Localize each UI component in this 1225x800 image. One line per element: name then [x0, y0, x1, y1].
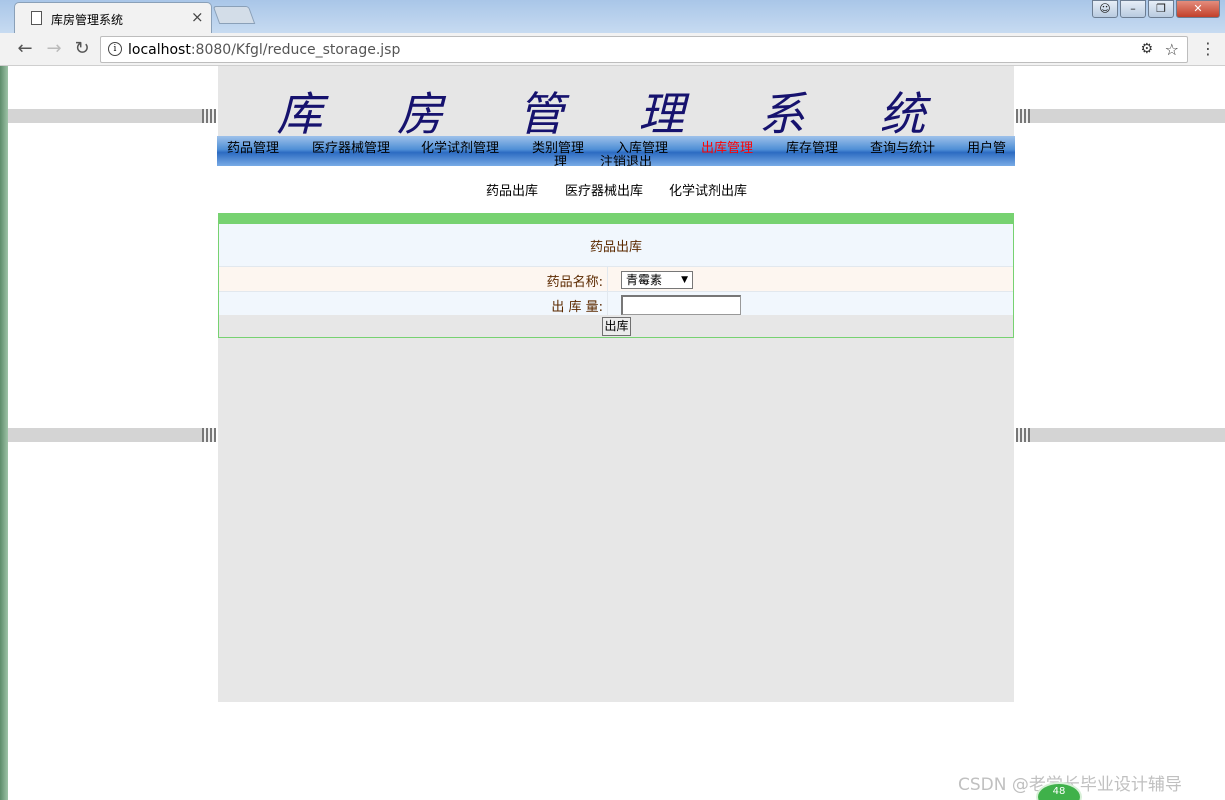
menu-icon[interactable]: ⋮ [1200, 39, 1216, 58]
quantity-label: 出 库 量: [551, 300, 603, 315]
nav-item-query-stats[interactable]: 查询与统计 [870, 137, 935, 156]
right-divider-bottom [1016, 428, 1225, 442]
page-container: 库 房 管 理 系 统 药品管理 医疗器械管理 化学试剂管理 类别管理 入库管理… [217, 66, 1015, 702]
window-controls: ☺ – ❐ ✕ [1092, 0, 1220, 18]
sub-nav: 药品出库 医疗器械出库 化学试剂出库 [218, 166, 1014, 213]
nav-item-devices[interactable]: 医疗器械管理 [312, 137, 390, 156]
nav-item-users[interactable]: 用户管 [967, 137, 1006, 156]
main-nav: 药品管理 医疗器械管理 化学试剂管理 类别管理 入库管理 出库管理 库存管理 查… [217, 136, 1015, 170]
drug-name-select[interactable]: 青霉素 ▼ [621, 271, 693, 289]
back-icon[interactable]: ← [14, 38, 36, 59]
nav-item-inventory[interactable]: 库存管理 [786, 137, 838, 156]
address-bar[interactable]: i localhost:8080/Kfgl/reduce_storage.jsp… [100, 36, 1188, 63]
form-title: 药品出库 [589, 240, 642, 255]
left-divider-top [8, 109, 216, 123]
person-icon[interactable]: ☺ [1092, 0, 1118, 18]
banner: 库 房 管 理 系 统 [218, 66, 1014, 141]
page-title: 库 房 管 理 系 统 [276, 87, 956, 141]
browser-toolbar: ← → ↻ i localhost:8080/Kfgl/reduce_stora… [0, 33, 1225, 66]
restore-icon[interactable]: ❐ [1148, 0, 1174, 18]
row-divider [607, 267, 608, 291]
grip-icon [1016, 428, 1030, 442]
url-path: :8080/Kfgl/reduce_storage.jsp [190, 42, 401, 58]
outbound-submit-button[interactable]: 出库 [602, 317, 631, 336]
url-text: localhost:8080/Kfgl/reduce_storage.jsp [128, 42, 400, 58]
outbound-form: 药品出库 药品名称: 青霉素 ▼ 出 库 量: 出库 [218, 213, 1014, 338]
reload-icon[interactable]: ↻ [71, 38, 93, 59]
key-icon[interactable]: ⚙ [1140, 41, 1153, 57]
tab-title: 库房管理系统 [51, 13, 124, 27]
nav-item-reagents[interactable]: 化学试剂管理 [421, 137, 499, 156]
form-footer: 出库 [219, 315, 1013, 337]
quantity-input[interactable] [621, 295, 741, 315]
drug-name-value: 青霉素 [626, 273, 663, 287]
info-icon[interactable]: i [108, 42, 122, 56]
desktop-edge [0, 66, 8, 800]
form-row-name: 药品名称: 青霉素 ▼ [219, 266, 1013, 291]
grip-icon [202, 428, 216, 442]
minimize-icon[interactable]: – [1120, 0, 1146, 18]
right-divider-top [1016, 109, 1225, 123]
new-tab-button[interactable] [212, 6, 256, 24]
url-host: localhost [128, 42, 191, 58]
close-icon[interactable]: ✕ [1176, 0, 1220, 18]
subnav-reagent-outbound[interactable]: 化学试剂出库 [669, 180, 747, 199]
drug-name-label: 药品名称: [546, 275, 603, 290]
form-header-bar [219, 214, 1013, 224]
star-icon[interactable]: ☆ [1165, 40, 1179, 59]
browser-tab[interactable]: 库房管理系统 × [14, 2, 212, 33]
left-divider-bottom [8, 428, 216, 442]
tab-close-icon[interactable]: × [191, 8, 204, 26]
browser-titlebar: 库房管理系统 × ☺ – ❐ ✕ [0, 0, 1225, 33]
dropdown-arrow-icon: ▼ [681, 275, 688, 285]
nav-item-outbound[interactable]: 出库管理 [701, 137, 753, 156]
subnav-device-outbound[interactable]: 医疗器械出库 [565, 180, 643, 199]
grip-icon [1016, 109, 1030, 123]
row-divider [607, 292, 608, 316]
nav-item-drugs[interactable]: 药品管理 [227, 137, 279, 156]
grip-icon [202, 109, 216, 123]
page-icon [31, 11, 42, 25]
forward-icon[interactable]: → [43, 38, 65, 59]
form-row-qty: 出 库 量: [219, 291, 1013, 316]
subnav-drug-outbound[interactable]: 药品出库 [486, 180, 538, 199]
